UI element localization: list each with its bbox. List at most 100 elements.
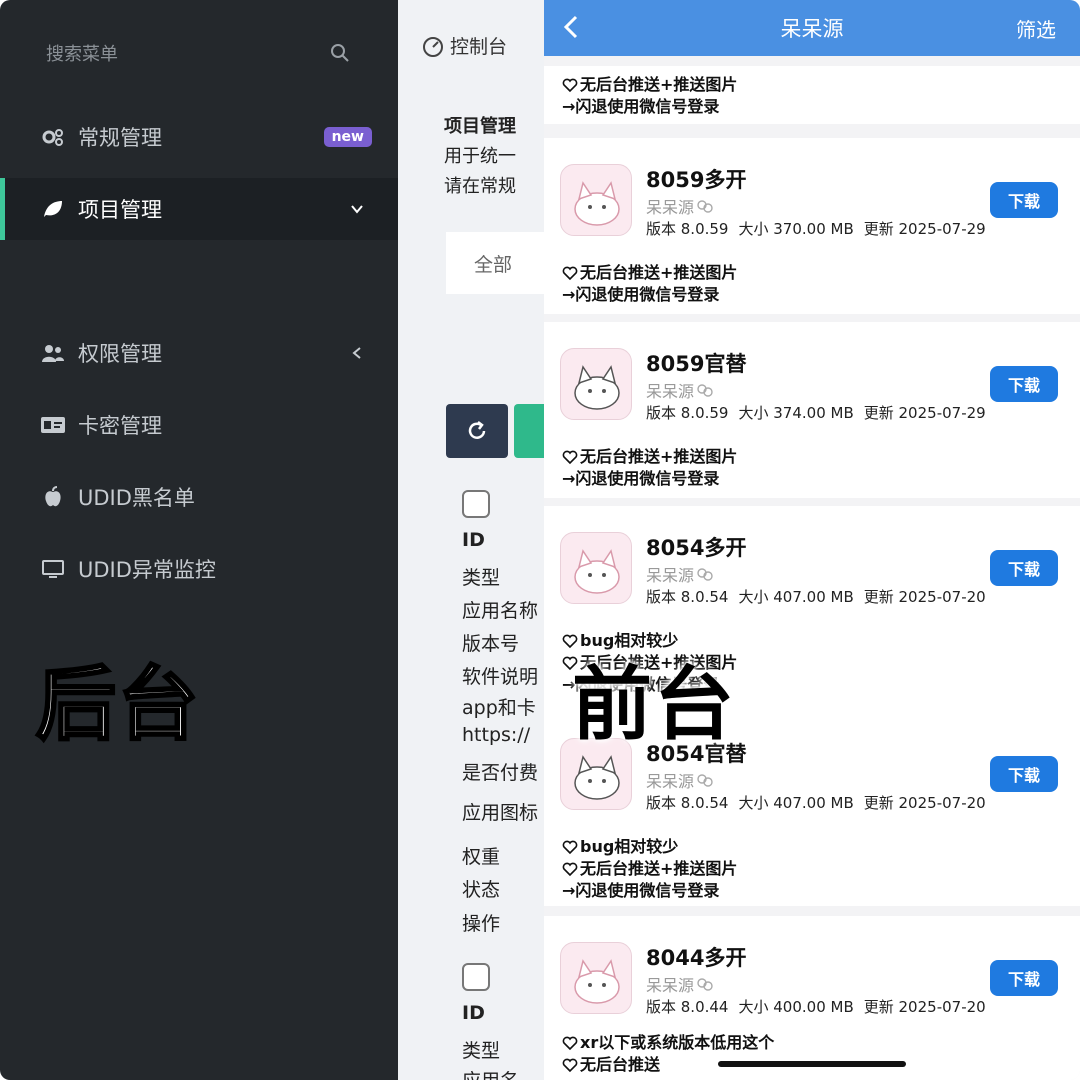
add-button[interactable]: [514, 404, 548, 458]
admin-sidebar: 搜索菜单 常规管理 new 项目管理 权限管理 卡密管理 UDID黑名单 UDI…: [0, 0, 398, 1080]
search-icon: [331, 44, 349, 62]
home-indicator: [718, 1061, 906, 1067]
app-source: 呆呆源: [646, 972, 714, 996]
users-icon: [40, 342, 66, 364]
app-meta: 版本 8.0.59 大小 370.00 MB 更新 2025-07-29: [646, 220, 986, 238]
field-label: 版本号: [462, 633, 520, 655]
field-label: 权重: [462, 846, 501, 868]
app-source: 呆呆源: [646, 378, 714, 402]
note-line: → 闪退使用微信号登录: [562, 285, 720, 304]
refresh-button[interactable]: [446, 404, 508, 458]
app-source: 呆呆源: [646, 768, 714, 792]
field-label: 类型: [462, 567, 501, 589]
menu-item-permissions[interactable]: 权限管理: [0, 322, 398, 384]
note-line: 无后台推送+推送图片: [562, 858, 1062, 880]
id-card-icon: [40, 414, 66, 436]
note-line: 无后台推送+推送图片: [562, 74, 1062, 96]
filter-button[interactable]: 筛选: [1016, 14, 1056, 43]
link-icon: [697, 978, 713, 991]
app-card[interactable]: 8059多开 呆呆源 版本 8.0.59 大小 370.00 MB 更新 2025-…: [544, 138, 1080, 252]
menu-item-general[interactable]: 常规管理 new: [0, 106, 398, 168]
app-meta: 版本 8.0.44 大小 400.00 MB 更新 2025-07-20: [646, 998, 986, 1016]
field-label: app和卡: [462, 697, 536, 719]
filter-tab-all[interactable]: 全部: [446, 232, 548, 294]
app-card[interactable]: 8059官替 呆呆源 版本 8.0.59 大小 374.00 MB 更新 2025-…: [544, 322, 1080, 436]
app-source: 呆呆源: [646, 194, 714, 218]
link-icon: [697, 384, 713, 397]
download-button[interactable]: 下载: [990, 756, 1058, 792]
menu-label: UDID异常监控: [78, 558, 216, 582]
app-icon-cat: [560, 164, 632, 236]
link-icon: [697, 774, 713, 787]
notes-block: 无后台推送+推送图片 → 闪退使用微信号登录: [544, 252, 1080, 314]
menu-item-projects[interactable]: 项目管理: [0, 178, 398, 240]
link-icon: [697, 200, 713, 213]
download-button[interactable]: 下载: [990, 182, 1058, 218]
refresh-icon: [468, 421, 486, 439]
field-label: 应用名: [462, 1066, 519, 1080]
app-name: 8059多开: [646, 168, 747, 192]
menu-label: 权限管理: [78, 342, 162, 366]
row-checkbox[interactable]: [462, 490, 490, 518]
field-label: ID: [462, 529, 485, 551]
note-line: 无后台推送+推送图片: [562, 262, 1062, 284]
menu-search-input[interactable]: 搜索菜单: [28, 28, 368, 78]
app-meta: 版本 8.0.59 大小 374.00 MB 更新 2025-07-29: [646, 404, 986, 422]
gears-icon: [40, 126, 66, 148]
heart-icon: [562, 1036, 578, 1051]
field-label: 操作: [462, 913, 501, 935]
menu-item-cardkeys[interactable]: 卡密管理: [0, 394, 398, 456]
app-icon-cat: [560, 532, 632, 604]
heart-icon: [562, 1058, 578, 1073]
page-description: 项目管理 用于统一 请在常规: [444, 112, 516, 202]
notes-block: bug相对较少 无后台推送+推送图片 → 闪退使用微信号登录: [544, 826, 1080, 906]
note-line: 无后台推送+推送图片: [562, 446, 1062, 468]
download-button[interactable]: 下载: [990, 550, 1058, 586]
field-label: 应用图标: [462, 802, 539, 824]
overlay-label-frontend: 前台: [572, 658, 736, 751]
menu-item-udid-monitor[interactable]: UDID异常监控: [0, 538, 398, 600]
notes-block: xr以下或系统版本低用这个 无后台推送: [544, 1030, 1080, 1080]
desc-line: 请在常规: [444, 176, 516, 197]
app-card[interactable]: 8054多开 呆呆源 版本 8.0.54 大小 407.00 MB 更新 2025-…: [544, 506, 1080, 620]
admin-content: 控制台 项目管理 用于统一 请在常规 全部 ID 类型 应用名称 版本号 软件说…: [398, 0, 548, 1080]
desc-line: 用于统一: [444, 146, 516, 167]
field-label: 软件说明: [462, 666, 539, 688]
app-card[interactable]: 8044多开 呆呆源 版本 8.0.44 大小 400.00 MB 更新 2025-…: [544, 916, 1080, 1030]
app-meta: 版本 8.0.54 大小 407.00 MB 更新 2025-07-20: [646, 588, 986, 606]
menu-label: 常规管理: [78, 126, 162, 150]
note-line: → 闪退使用微信号登录: [562, 881, 720, 900]
back-icon[interactable]: [562, 14, 580, 40]
breadcrumb[interactable]: 控制台: [422, 32, 507, 59]
nav-bar: 呆呆源 筛选: [544, 0, 1080, 56]
row-checkbox[interactable]: [462, 963, 490, 991]
dashboard-icon: [423, 36, 443, 57]
app-source: 呆呆源: [646, 562, 714, 586]
new-badge: new: [323, 127, 372, 147]
heart-icon: [562, 266, 578, 281]
field-label: 应用名称: [462, 600, 539, 622]
monitor-icon: [40, 558, 66, 580]
field-label: 是否付费: [462, 762, 539, 784]
download-button[interactable]: 下载: [990, 960, 1058, 996]
app-name: 8054多开: [646, 536, 747, 560]
chevron-left-icon: [352, 347, 361, 359]
chevron-down-icon: [351, 205, 363, 214]
note-line: xr以下或系统版本低用这个: [562, 1032, 1062, 1054]
field-label: 类型: [462, 1040, 501, 1062]
app-name: 8044多开: [646, 946, 747, 970]
note-line: → 闪退使用微信号登录: [562, 469, 720, 488]
download-button[interactable]: 下载: [990, 366, 1058, 402]
menu-label: 项目管理: [78, 198, 162, 222]
desc-title: 项目管理: [444, 116, 516, 137]
menu-item-udid-blacklist[interactable]: UDID黑名单: [0, 466, 398, 528]
field-label: 状态: [462, 879, 501, 901]
nav-title: 呆呆源: [780, 17, 844, 41]
breadcrumb-label: 控制台: [450, 36, 508, 58]
notes-block: 无后台推送+推送图片 → 闪退使用微信号登录: [544, 436, 1080, 498]
search-placeholder: 搜索菜单: [46, 44, 118, 65]
frontend-app: 呆呆源 筛选 无后台推送+推送图片 → 闪退使用微信号登录 8059多开 呆呆源 …: [544, 0, 1080, 1080]
menu-label: 卡密管理: [78, 414, 162, 438]
app-name: 8059官替: [646, 352, 747, 376]
leaf-icon: [40, 198, 66, 220]
